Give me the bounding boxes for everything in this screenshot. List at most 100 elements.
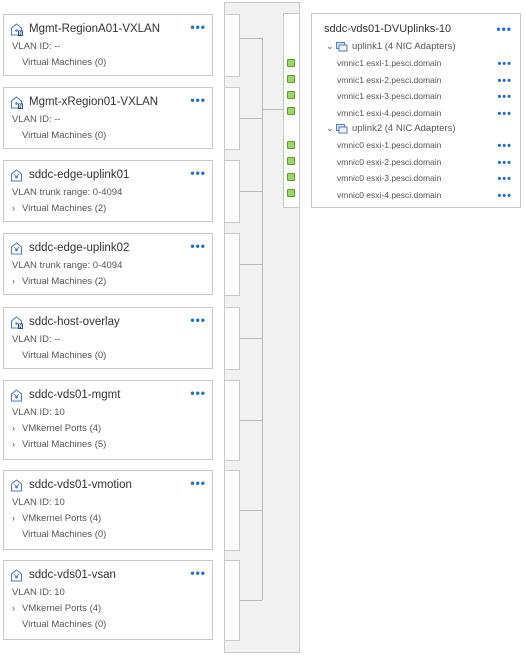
port-group-header: Nsddc-host-overlay ••• [10,314,206,330]
virtual-machines-toggle[interactable]: › Virtual Machines (2) [12,276,106,287]
port-group-icon [10,568,23,582]
more-actions-icon[interactable]: ••• [190,21,206,33]
more-actions-icon[interactable]: ••• [496,23,512,35]
nic-adapter-row[interactable]: vmnic1 esxi-3.pesci.domain [337,91,441,101]
nic-adapter-row[interactable]: vmnic1 esxi-4.pesci.domain [337,108,441,118]
port-group-icon: N [10,22,23,36]
vmkernel-ports-label: VMkernel Ports (4) [22,603,102,614]
port-group-card[interactable]: sddc-vds01-vsan ••• VLAN ID: 10 › VMkernel P… [3,560,213,640]
uplink-group-toggle[interactable]: ⌄ uplink2 (4 NIC Adapters) [326,123,456,134]
virtual-machines-label: Virtual Machines (0) [22,619,106,630]
svg-text:N: N [19,31,23,36]
port-group-card[interactable]: sddc-vds01-vmotion ••• VLAN ID: 10 › VMkerne… [3,470,213,550]
vmkernel-ports-toggle[interactable]: › VMkernel Ports (4) [12,603,102,614]
nic-adapter-row[interactable]: vmnic0 esxi-2.pesci.domain [337,157,441,167]
port-group-card[interactable]: sddc-vds01-mgmt ••• VLAN ID: 10 › VMkernel P… [3,380,213,460]
nic-adapter-row[interactable]: vmnic0 esxi-1.pesci.domain [337,140,441,150]
connector-to-uplinks [262,109,283,110]
port-group-card[interactable]: sddc-edge-uplink02 ••• VLAN trunk range: 0… [3,233,213,295]
more-actions-icon[interactable]: ••• [190,167,206,179]
more-actions-icon[interactable]: ••• [190,567,206,579]
more-actions-icon[interactable]: ••• [497,174,512,185]
port-group-title[interactable]: Mgmt-RegionA01-VXLAN [29,23,160,35]
nic-adapter-row[interactable]: vmnic0 esxi-4.pesci.domain [337,190,441,200]
port-group-header: sddc-edge-uplink02 ••• [10,240,206,256]
port-group-title[interactable]: sddc-vds01-vmotion [29,479,132,491]
port-group-card[interactable]: Nsddc-host-overlay ••• VLAN ID: -- Virtual … [3,307,213,369]
port-group-card[interactable]: sddc-edge-uplink01 ••• VLAN trunk range: 0… [3,160,213,222]
virtual-machines-label: Virtual Machines (0) [22,529,106,540]
more-actions-icon[interactable]: ••• [497,190,512,201]
more-actions-icon[interactable]: ••• [497,75,512,86]
port-group-header: N Mgmt-RegionA01-VXLAN ••• [10,21,206,37]
vmkernel-ports-toggle[interactable]: › VMkernel Ports (4) [12,513,101,524]
vlan-label: VLAN ID: 10 [12,497,65,508]
connector-branch [240,600,262,601]
more-actions-icon[interactable]: ••• [190,387,206,399]
uplink-port-indicator[interactable] [287,173,295,181]
connector-branch [240,420,262,421]
virtual-machines-toggle[interactable]: › Virtual Machines (2) [12,203,106,214]
uplink-group-label: uplink1 (4 NIC Adapters) [352,41,456,52]
port-group-title[interactable]: sddc-edge-uplink02 [29,242,129,254]
chevron-right-icon: › [12,276,15,286]
connector-branch [240,38,262,39]
more-actions-icon[interactable]: ••• [190,240,206,252]
port-group-title[interactable]: Mgmt-xRegion01-VXLAN [29,96,158,108]
more-actions-icon[interactable]: ••• [190,477,206,489]
port-group-title[interactable]: sddc-host-overlay [29,316,120,328]
vmkernel-ports-toggle[interactable]: › VMkernel Ports (4) [12,423,101,434]
nic-adapter-row[interactable]: vmnic1 esxi-1.pesci.domain [337,58,441,68]
more-actions-icon[interactable]: ••• [497,92,512,103]
nic-adapter-row[interactable]: vmnic1 esxi-2.pesci.domain [337,75,441,85]
port-group-card[interactable]: N Mgmt-xRegion01-VXLAN ••• VLAN ID: -- Virtu… [3,87,213,149]
more-actions-icon[interactable]: ••• [190,94,206,106]
port-group-tile [224,160,240,223]
port-group-title[interactable]: sddc-vds01-vsan [29,569,116,581]
svg-text:N: N [19,324,23,329]
virtual-machines-count: Virtual Machines (0) [22,350,107,361]
virtual-machines-count: Virtual Machines (0) [22,529,107,540]
uplink-group-label: uplink2 (4 NIC Adapters) [352,123,456,134]
connector-branch [240,338,262,339]
more-actions-icon[interactable]: ••• [497,108,512,119]
port-group-icon: N [10,95,23,109]
port-group-header: sddc-vds01-mgmt ••• [10,387,206,403]
vlan-label: VLAN ID: 10 [12,407,65,418]
uplink-port-indicator[interactable] [287,141,295,149]
virtual-machines-label: Virtual Machines (0) [22,130,106,141]
port-group-card[interactable]: N Mgmt-RegionA01-VXLAN ••• VLAN ID: -- Virtu… [3,14,213,76]
uplink-port-indicator[interactable] [287,107,295,115]
connector-branch [240,191,262,192]
port-group-header: sddc-edge-uplink01 ••• [10,167,206,183]
uplink-port-indicator[interactable] [287,75,295,83]
svg-text:N: N [19,104,23,109]
uplink-group-toggle[interactable]: ⌄ uplink1 (4 NIC Adapters) [326,41,456,52]
vlan-label: VLAN ID: 10 [12,587,65,598]
port-group-tile [224,470,240,551]
vlan-label: VLAN trunk range: 0-4094 [12,187,123,198]
nic-adapter-row[interactable]: vmnic0 esxi-3.pesci.domain [337,173,441,183]
port-group-tile [224,87,240,150]
port-group-title[interactable]: sddc-edge-uplink01 [29,169,129,181]
port-group-icon: N [10,315,23,329]
dvuplinks-title[interactable]: sddc-vds01-DVUplinks-10 [324,23,451,35]
port-group-title[interactable]: sddc-vds01-mgmt [29,389,120,401]
nic-group-icon [336,41,348,52]
uplink-port-indicator[interactable] [287,59,295,67]
more-actions-icon[interactable]: ••• [497,141,512,152]
virtual-machines-toggle[interactable]: › Virtual Machines (5) [12,439,106,450]
more-actions-icon[interactable]: ••• [497,59,512,70]
port-group-header: sddc-vds01-vmotion ••• [10,477,206,493]
port-group-tile [224,307,240,370]
more-actions-icon[interactable]: ••• [190,314,206,326]
virtual-machines-label: Virtual Machines (0) [22,350,106,361]
uplink-port-indicator[interactable] [287,91,295,99]
chevron-down-icon: ⌄ [326,41,334,51]
dvuplinks-card[interactable]: sddc-vds01-DVUplinks-10 ••• ⌄ uplink1 (4 NI… [311,13,521,208]
port-group-tile [224,380,240,461]
uplink-port-indicator[interactable] [287,189,295,197]
uplink-port-indicator[interactable] [287,157,295,165]
port-group-tile [224,14,240,77]
more-actions-icon[interactable]: ••• [497,157,512,168]
